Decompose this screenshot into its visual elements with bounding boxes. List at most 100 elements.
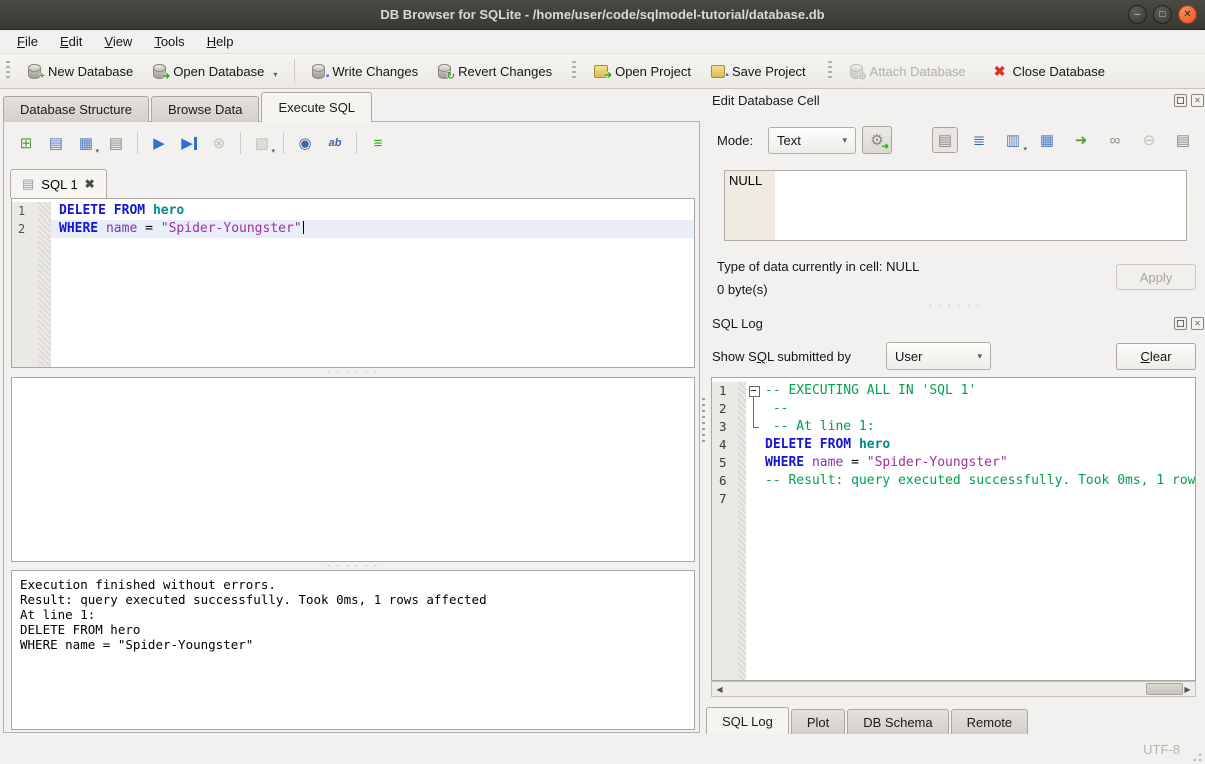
splitter-handle[interactable]: · · · · · ·	[11, 369, 695, 376]
format-sql-icon[interactable]: ≡	[366, 131, 390, 155]
app-window: DB Browser for SQLite - /home/user/code/…	[0, 0, 1205, 764]
word-wrap-icon[interactable]: ≣	[966, 127, 992, 153]
menu-bar: File Edit View Tools Help	[0, 30, 1205, 54]
cell-value-editor[interactable]: NULL	[724, 170, 1187, 241]
sql-log-view[interactable]: 1-- EXECUTING ALL IN 'SQL 1' 2 -- 3 -- A…	[711, 377, 1196, 681]
auto-switch-mode-button[interactable]: ⚙ ➜	[862, 126, 892, 154]
editor-line-current: 2 WHERE name = "Spider-Youngster"	[12, 220, 694, 238]
code-line: WHERE name = "Spider-Youngster"	[51, 220, 694, 238]
toolbar-drag-handle[interactable]	[6, 61, 10, 81]
execute-all-icon[interactable]: ▶	[147, 131, 171, 155]
close-dock-icon[interactable]: ✕	[1191, 94, 1204, 107]
open-sql-file-icon[interactable]: ▤	[44, 131, 68, 155]
copy-link-icon[interactable]: ∞	[1102, 127, 1128, 153]
tab-sql-log[interactable]: SQL Log	[706, 707, 789, 734]
sql-editor-toolbar: ⊞ ▤ ▦▾ ▤ ▶ ▶ ⊗ ▧▾ ◉ ab ≡	[14, 131, 390, 155]
code-line: DELETE FROM hero	[51, 202, 694, 220]
open-database-dropdown-icon[interactable]: ▾	[273, 70, 277, 79]
fold-marker	[746, 400, 763, 418]
submitted-by-select[interactable]: User ▾	[886, 342, 991, 370]
toolbar-separator	[240, 132, 241, 154]
chevron-down-icon: ▾	[842, 135, 847, 146]
set-null-icon[interactable]: ⊖	[1136, 127, 1162, 153]
tab-database-structure[interactable]: Database Structure	[3, 96, 149, 122]
close-button[interactable]: ✕	[1178, 5, 1197, 24]
float-dock-icon[interactable]	[1174, 94, 1187, 107]
resize-grip[interactable]	[1190, 750, 1202, 762]
text-cursor	[303, 221, 304, 234]
document-icon: ▤	[22, 176, 34, 192]
print-icon[interactable]: ▤	[104, 131, 128, 155]
open-database-button[interactable]: ➜ Open Database ▾	[143, 58, 287, 85]
dock-controls: ✕	[1174, 94, 1204, 107]
execution-status-log[interactable]: Execution finished without errors.Result…	[11, 570, 695, 730]
float-dock-icon[interactable]	[1174, 317, 1187, 330]
save-project-icon: ▪	[711, 65, 725, 78]
close-dock-icon[interactable]: ✕	[1191, 317, 1204, 330]
open-external-icon[interactable]: ➜	[1068, 127, 1094, 153]
revert-changes-button[interactable]: ↻ Revert Changes	[428, 58, 562, 85]
mode-select[interactable]: Text ▾	[768, 127, 856, 154]
execute-line-icon[interactable]: ▶	[177, 131, 201, 155]
tab-remote[interactable]: Remote	[951, 709, 1029, 734]
sql-editor[interactable]: 1 DELETE FROM hero 2 WHERE name = "Spide…	[11, 198, 695, 368]
fold-marker[interactable]	[746, 382, 763, 400]
fold-margin	[38, 202, 51, 220]
new-sql-tab-icon[interactable]: ⊞	[14, 131, 38, 155]
find-replace-icon[interactable]: ab	[323, 131, 347, 155]
copy-results-icon[interactable]: ▧▾	[250, 131, 274, 155]
toolbar-drag-handle[interactable]	[572, 61, 576, 81]
cell-type-info: Type of data currently in cell: NULL	[717, 259, 919, 274]
cell-value: NULL	[729, 173, 762, 188]
window-controls: – □ ✕	[1128, 5, 1197, 24]
scroll-right-icon[interactable]: ▶	[1180, 682, 1195, 696]
line-number: 2	[12, 220, 38, 238]
tab-db-schema[interactable]: DB Schema	[847, 709, 948, 734]
splitter-handle[interactable]: · · · · · ·	[830, 303, 1080, 310]
menu-view[interactable]: View	[93, 31, 143, 52]
toolbar-separator	[283, 132, 284, 154]
menu-file[interactable]: File	[6, 31, 49, 52]
edit-database-cell-title: Edit Database Cell	[712, 93, 820, 108]
dock-tab-bar: SQL Log Plot DB Schema Remote	[706, 707, 1028, 734]
panel-splitter-handle[interactable]	[702, 398, 705, 444]
save-project-button[interactable]: ▪ Save Project	[701, 58, 816, 85]
menu-tools[interactable]: Tools	[143, 31, 195, 52]
tab-execute-sql[interactable]: Execute SQL	[261, 92, 372, 122]
maximize-button[interactable]: □	[1153, 5, 1172, 24]
new-database-button[interactable]: + New Database	[18, 58, 143, 85]
menu-help[interactable]: Help	[196, 31, 245, 52]
close-tab-icon[interactable]: ✖	[85, 177, 95, 191]
menu-edit[interactable]: Edit	[49, 31, 93, 52]
close-database-button[interactable]: ✖ Close Database	[984, 58, 1115, 85]
sql-1-tab[interactable]: ▤ SQL 1 ✖	[10, 169, 107, 198]
toolbar-drag-handle[interactable]	[828, 61, 832, 81]
new-database-icon: +	[28, 64, 41, 79]
scrollbar-thumb[interactable]	[1146, 683, 1183, 695]
apply-button[interactable]: Apply	[1116, 264, 1196, 290]
import-data-icon[interactable]: ▥▾	[1000, 127, 1026, 153]
clear-log-button[interactable]: Clear	[1116, 343, 1196, 370]
scroll-left-icon[interactable]: ◀	[712, 682, 727, 696]
save-sql-file-icon[interactable]: ▦▾	[74, 131, 98, 155]
attach-database-button[interactable]: ⊕ Attach Database	[840, 58, 976, 85]
sql-log-title: SQL Log	[712, 316, 763, 331]
editor-line: 1 DELETE FROM hero	[12, 202, 694, 220]
write-changes-icon: ▪	[312, 64, 325, 79]
find-icon[interactable]: ◉	[293, 131, 317, 155]
stop-icon[interactable]: ⊗	[207, 131, 231, 155]
minimize-button[interactable]: –	[1128, 5, 1147, 24]
write-changes-button[interactable]: ▪ Write Changes	[302, 58, 428, 85]
horizontal-scrollbar[interactable]: ◀ ▶	[711, 681, 1196, 697]
splitter-handle[interactable]: · · · · · ·	[11, 563, 695, 570]
tab-plot[interactable]: Plot	[791, 709, 845, 734]
print-cell-icon[interactable]: ▤	[1170, 127, 1196, 153]
tab-browse-data[interactable]: Browse Data	[151, 96, 259, 122]
results-grid[interactable]	[11, 377, 695, 562]
export-data-icon[interactable]: ▦	[1034, 127, 1060, 153]
open-project-button[interactable]: ➜ Open Project	[584, 58, 701, 85]
line-number: 1	[12, 202, 38, 220]
toolbar-separator	[294, 59, 295, 83]
main-tab-bar: Database Structure Browse Data Execute S…	[3, 92, 372, 122]
text-mode-icon[interactable]: ▤	[932, 127, 958, 153]
